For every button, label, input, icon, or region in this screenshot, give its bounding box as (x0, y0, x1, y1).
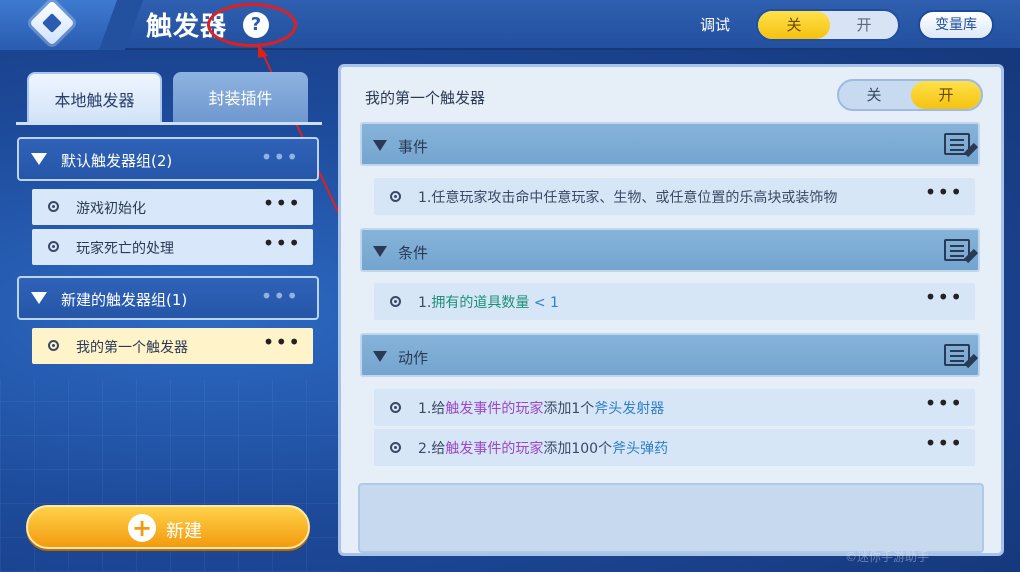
edit-icon[interactable] (944, 239, 970, 261)
more-icon[interactable]: ••• (261, 145, 299, 169)
collapse-triangle-icon[interactable] (373, 246, 387, 257)
more-icon[interactable]: ••• (263, 330, 301, 354)
empty-drop-area (358, 483, 984, 553)
radio-icon (390, 296, 401, 307)
plus-icon: + (128, 514, 156, 542)
condition-text: 1.拥有的道具数量 < 1 (418, 292, 559, 312)
condition-index: 1. (418, 295, 432, 311)
trigger-item-label: 游戏初始化 (76, 201, 146, 217)
action-row-1[interactable]: 1.给触发事件的玩家添加1个斧头发射器 ••• (374, 389, 975, 426)
more-icon[interactable]: ••• (925, 391, 963, 415)
more-icon[interactable]: ••• (925, 431, 963, 455)
radio-icon (48, 340, 59, 351)
tab-local-triggers[interactable]: 本地触发器 (27, 72, 162, 122)
action-verb: 添加100个 (543, 441, 613, 457)
more-icon[interactable]: ••• (925, 285, 963, 309)
radio-icon (48, 241, 59, 252)
section-condition[interactable]: 条件 (360, 228, 980, 272)
edit-icon[interactable] (944, 133, 970, 155)
action-verb: 添加1个 (543, 401, 595, 417)
new-button-label: 新建 (166, 521, 202, 542)
section-event[interactable]: 事件 (360, 122, 980, 166)
tab-packaged-plugins[interactable]: 封装插件 (173, 72, 308, 122)
condition-compare[interactable]: < 1 (534, 295, 559, 311)
action-target[interactable]: 触发事件的玩家 (445, 401, 543, 417)
toggle-on-option[interactable]: 开 (911, 81, 981, 109)
section-label: 动作 (398, 349, 429, 367)
action-text: 1.给触发事件的玩家添加1个斧头发射器 (418, 398, 664, 418)
radio-icon (390, 191, 401, 202)
watermark: ©迷你手游助手 (845, 550, 930, 564)
action-item[interactable]: 斧头弹药 (612, 441, 668, 457)
debug-toggle[interactable]: 关 开 (756, 9, 900, 41)
variable-library-button[interactable]: 变量库 (918, 10, 994, 40)
action-text: 2.给触发事件的玩家添加100个斧头弹药 (418, 438, 668, 458)
collapse-triangle-icon[interactable] (373, 140, 387, 151)
trigger-item-label: 我的第一个触发器 (76, 340, 188, 356)
trigger-item-player-death[interactable]: 玩家死亡的处理 ••• (32, 229, 313, 265)
new-trigger-button[interactable]: + 新建 (26, 505, 310, 549)
condition-subject[interactable]: 拥有的道具数量 (431, 295, 529, 311)
collapse-triangle-icon[interactable] (373, 351, 387, 362)
debug-on-option[interactable]: 开 (830, 11, 898, 39)
radio-icon (48, 201, 59, 212)
edit-icon[interactable] (944, 344, 970, 366)
annotation-circle (207, 3, 297, 47)
event-row[interactable]: 1.任意玩家攻击命中任意玩家、生物、或任意位置的乐高块或装饰物 ••• (374, 178, 975, 215)
trigger-group-new[interactable]: 新建的触发器组(1) ••• (17, 276, 319, 320)
action-target[interactable]: 触发事件的玩家 (445, 441, 543, 457)
group-label: 新建的触发器组(1) (61, 291, 188, 309)
more-icon[interactable]: ••• (263, 191, 301, 215)
collapse-triangle-icon[interactable] (31, 153, 47, 165)
action-prefix: 2.给 (418, 441, 446, 457)
logo-icon (29, 0, 75, 46)
event-text: 1.任意玩家攻击命中任意玩家、生物、或任意位置的乐高块或装饰物 (418, 190, 838, 206)
trigger-enable-toggle[interactable]: 关 开 (837, 79, 983, 111)
action-item[interactable]: 斧头发射器 (594, 401, 664, 417)
section-label: 事件 (398, 138, 429, 156)
trigger-name: 我的第一个触发器 (365, 89, 486, 107)
more-icon[interactable]: ••• (263, 231, 301, 255)
toggle-off-option[interactable]: 关 (839, 81, 909, 109)
header-bar: 触发器 ? 调试 关 开 变量库 (0, 0, 1020, 50)
tab-divider (16, 122, 322, 125)
condition-row[interactable]: 1.拥有的道具数量 < 1 ••• (374, 283, 975, 320)
radio-icon (390, 402, 401, 413)
trigger-group-default[interactable]: 默认触发器组(2) ••• (17, 137, 319, 181)
section-action[interactable]: 动作 (360, 333, 980, 377)
collapse-triangle-icon[interactable] (31, 292, 47, 304)
trigger-item-label: 玩家死亡的处理 (76, 241, 174, 257)
action-prefix: 1.给 (418, 401, 446, 417)
radio-icon (390, 442, 401, 453)
action-row-2[interactable]: 2.给触发事件的玩家添加100个斧头弹药 ••• (374, 429, 975, 466)
more-icon[interactable]: ••• (925, 180, 963, 204)
debug-label: 调试 (700, 16, 731, 34)
debug-off-option[interactable]: 关 (758, 11, 830, 39)
trigger-item-game-init[interactable]: 游戏初始化 ••• (32, 189, 313, 225)
trigger-item-my-first[interactable]: 我的第一个触发器 ••• (32, 328, 313, 364)
section-label: 条件 (398, 244, 429, 262)
more-icon[interactable]: ••• (261, 284, 299, 308)
group-label: 默认触发器组(2) (61, 152, 173, 170)
